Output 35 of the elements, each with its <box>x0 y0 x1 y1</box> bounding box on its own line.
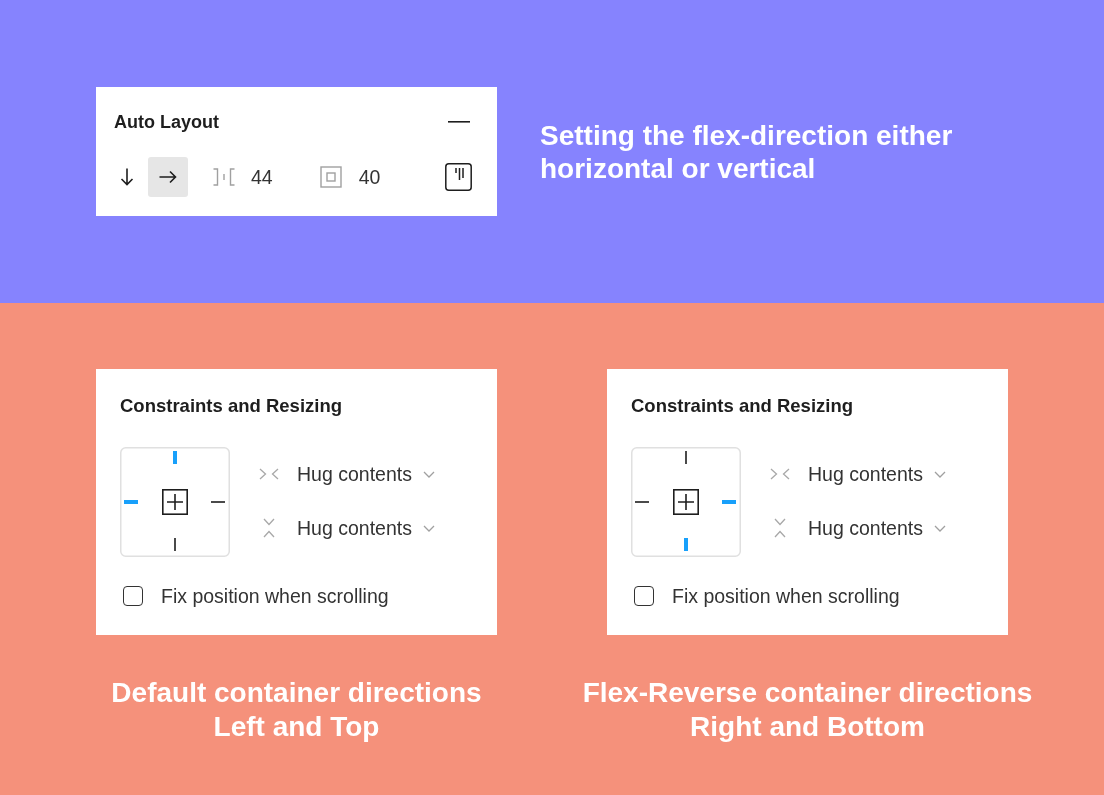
checkbox[interactable] <box>123 586 143 606</box>
width-dropdown[interactable]: Hug contents <box>297 462 435 486</box>
width-dropdown[interactable]: Hug contents <box>808 462 946 486</box>
height-dropdown[interactable]: Hug contents <box>297 516 435 540</box>
alignment-icon[interactable] <box>445 163 472 191</box>
panel-title: Auto Layout <box>114 111 219 133</box>
padding-icon <box>319 166 342 188</box>
caption-text: Setting the flex-direction either horizontal or vertical <box>540 118 954 185</box>
checkbox-label: Fix position when scrolling <box>672 584 900 608</box>
horizontal-hug-icon <box>770 468 790 480</box>
panel-title: Constraints and Resizing <box>631 395 854 417</box>
checkbox-label: Fix position when scrolling <box>161 584 389 608</box>
panel-title: Constraints and Resizing <box>120 395 343 417</box>
chevron-down-icon <box>933 470 946 478</box>
down-arrow-icon <box>119 168 135 186</box>
caption-heading: Default container directions <box>111 676 482 710</box>
center-plus-icon <box>162 489 188 515</box>
caption-subheading: Left and Top <box>213 710 380 744</box>
chevron-down-icon <box>422 524 435 532</box>
padding-field[interactable]: 40 <box>319 165 381 189</box>
vertical-hug-icon <box>774 518 786 538</box>
horizontal-direction-button[interactable] <box>148 157 188 197</box>
caption-heading: Flex-Reverse container directions <box>582 676 1033 710</box>
spacing-icon <box>212 167 236 187</box>
height-dropdown[interactable]: Hug contents <box>808 516 946 540</box>
minus-icon[interactable] <box>448 121 470 123</box>
chevron-down-icon <box>933 524 946 532</box>
checkbox[interactable] <box>634 586 654 606</box>
center-plus-icon <box>673 489 699 515</box>
horizontal-hug-icon <box>259 468 279 480</box>
chevron-down-icon <box>422 470 435 478</box>
right-arrow-icon <box>159 169 177 185</box>
caption-subheading: Right and Bottom <box>690 710 925 744</box>
item-spacing-field[interactable]: 44 <box>212 165 273 189</box>
vertical-hug-icon <box>263 518 275 538</box>
